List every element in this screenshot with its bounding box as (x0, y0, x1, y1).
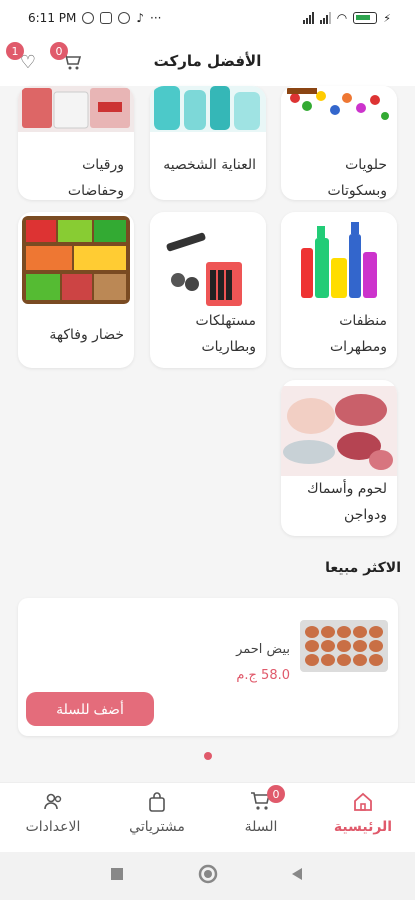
personal-care-image (150, 86, 266, 132)
signal-icon (302, 12, 314, 24)
header-cart-button[interactable]: 0 (50, 42, 86, 76)
recents-button[interactable] (110, 866, 124, 885)
status-bar: 6:11 PM ♪ ··· ◠ ⚡ (0, 0, 415, 36)
category-label: لحوم وأسماك ودواجن (307, 481, 387, 523)
home-system-button[interactable] (198, 864, 218, 888)
category-card-consumables-batteries[interactable]: مستهلكات وبطاريات (150, 212, 266, 368)
product-card[interactable]: بيض احمر 58.0 ج.م أضف للسلة (18, 598, 398, 736)
status-time: 6:11 PM (28, 11, 77, 25)
app-header: ♡ 1 0 الأفضل ماركت (0, 36, 415, 86)
nav-cart[interactable]: 0 السلة (216, 785, 306, 835)
nav-home-label: الرئيسية (333, 819, 393, 835)
category-card-paper-diapers[interactable]: ورقيات وحفاضات (18, 86, 134, 200)
nav-purchases-label: مشترياتي (129, 819, 185, 835)
category-label: منظفات ومطهرات (330, 313, 387, 355)
category-label: ورقيات وحفاضات (67, 157, 124, 199)
sweets-image (281, 86, 397, 126)
wishlist-badge: 1 (6, 42, 24, 60)
add-to-cart-button[interactable]: أضف للسلة (26, 692, 154, 726)
best-sellers-title: الاكثر مبيعا (325, 560, 401, 576)
page-title: الأفضل ماركت (153, 52, 262, 70)
users-icon (39, 791, 67, 815)
home-icon (349, 791, 377, 815)
bottom-nav: الرئيسية 0 السلة مشترياتي الاعدادات (0, 782, 415, 852)
status-right: ◠ ⚡ (302, 11, 391, 25)
meat-image (281, 386, 397, 476)
cart-icon: 0 (247, 785, 285, 815)
alarm-icon (82, 12, 95, 24)
category-label: مستهلكات وبطاريات (195, 313, 256, 355)
system-nav-bar (0, 852, 415, 900)
nav-settings-label: الاعدادات (25, 819, 81, 835)
tiktok-icon: ♪ (136, 11, 145, 25)
paper-diapers-image (18, 86, 134, 132)
nav-cart-label: السلة (244, 819, 278, 835)
nav-settings[interactable]: الاعدادات (8, 791, 98, 835)
category-label: العناية الشخصيه (163, 157, 256, 173)
wifi-icon: ◠ (336, 11, 348, 25)
wishlist-button[interactable]: ♡ 1 (6, 42, 42, 76)
status-left: 6:11 PM ♪ ··· (28, 11, 161, 25)
category-card-cleaners[interactable]: منظفات ومطهرات (281, 212, 397, 368)
cleaners-image (281, 218, 397, 308)
app-icon (118, 12, 131, 24)
back-button[interactable] (290, 866, 304, 885)
nav-purchases[interactable]: مشترياتي (112, 791, 202, 835)
category-label: خضار وفاكهة (49, 327, 124, 343)
more-notifications: ··· (150, 11, 162, 25)
carousel-indicator (204, 752, 212, 760)
category-card-personal-care[interactable]: العناية الشخصيه (150, 86, 266, 200)
product-image (298, 616, 390, 676)
category-card-vegetables-fruits[interactable]: خضار وفاكهة (18, 212, 134, 368)
vegetables-image (18, 216, 134, 306)
shopping-bag-icon (143, 791, 171, 815)
category-card-meat-fish-poultry[interactable]: لحوم وأسماك ودواجن (281, 380, 397, 536)
header-cart-badge: 0 (50, 42, 68, 60)
notification-icon (100, 12, 113, 24)
battery-icon (353, 12, 378, 24)
charging-icon: ⚡ (383, 11, 391, 25)
batteries-image (150, 218, 266, 308)
category-label: حلويات وبسكوتات (327, 157, 387, 199)
nav-cart-badge: 0 (267, 785, 285, 803)
product-price: 58.0 ج.م (236, 668, 290, 683)
product-name: بيض احمر (236, 642, 290, 657)
nav-home[interactable]: الرئيسية (318, 791, 408, 835)
signal2-icon (319, 12, 331, 24)
category-card-sweets[interactable]: حلويات وبسكوتات (281, 86, 397, 200)
